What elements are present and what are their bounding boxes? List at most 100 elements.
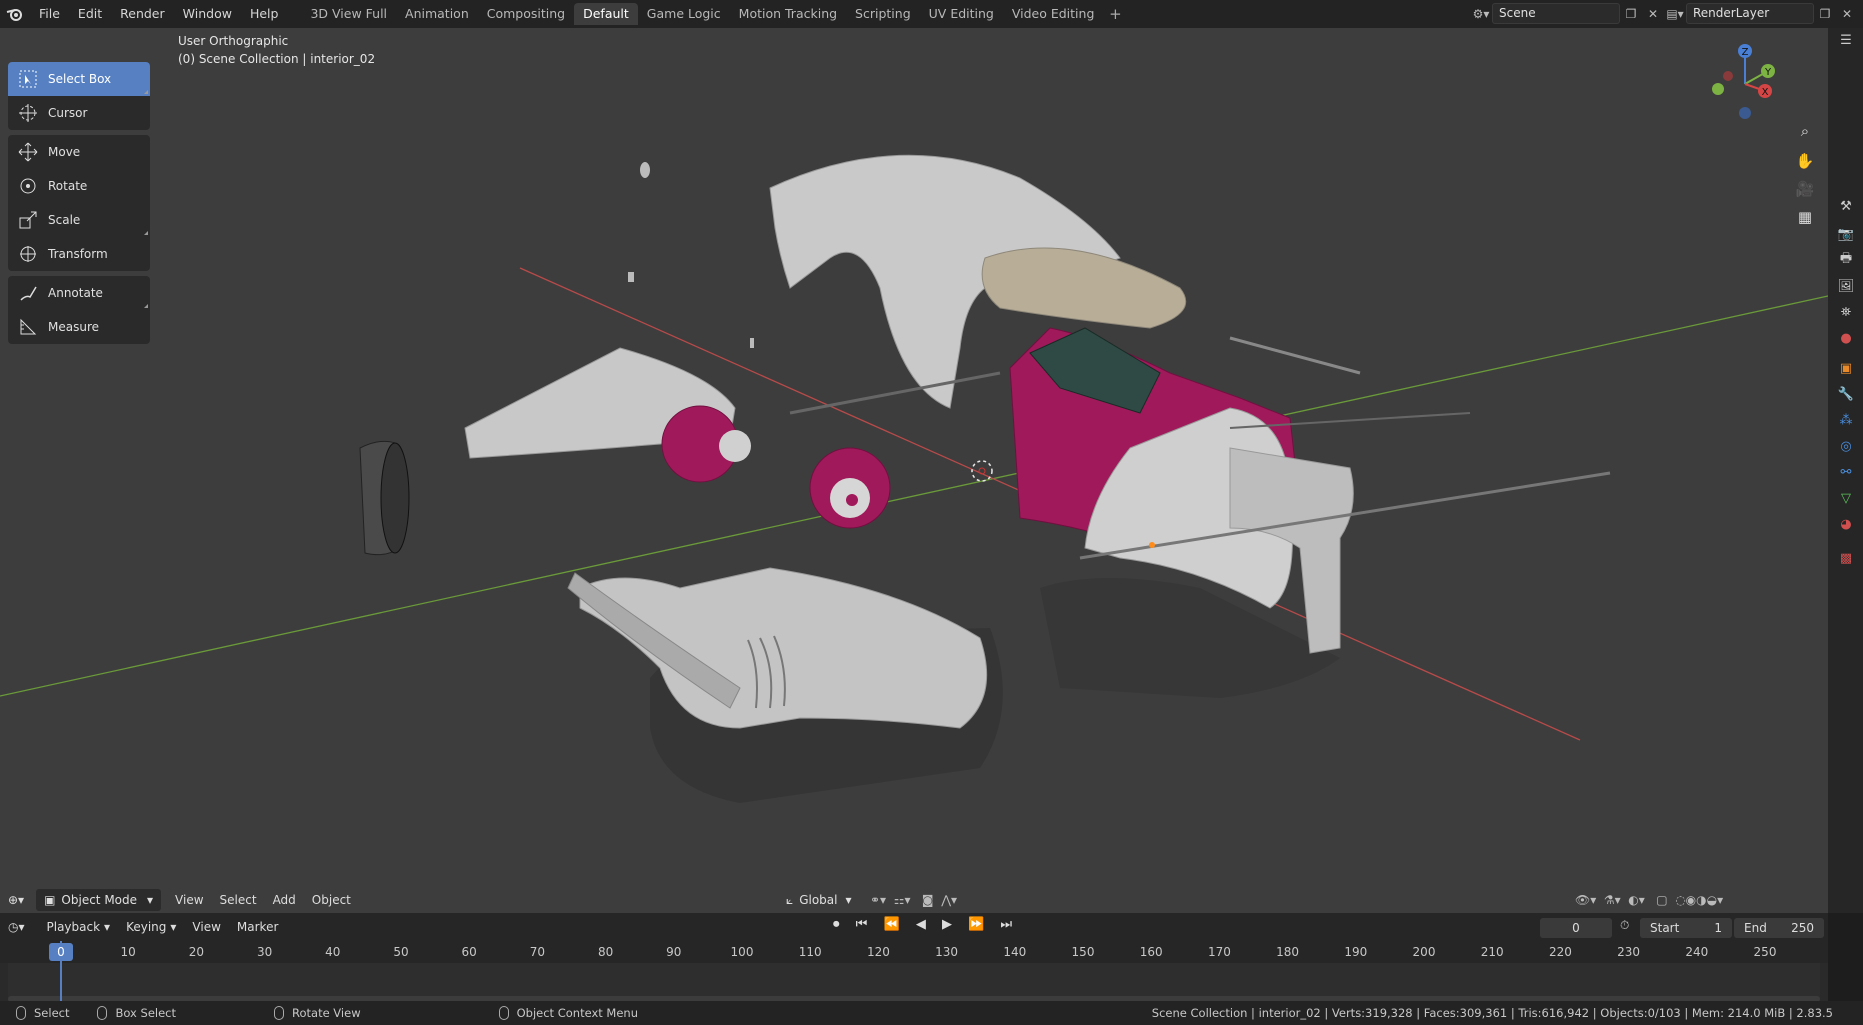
viewport-menu-object[interactable]: Object bbox=[304, 889, 359, 911]
tab-motion-tracking[interactable]: Motion Tracking bbox=[730, 3, 846, 25]
timeline-menu-playback[interactable]: Playback ▾ bbox=[39, 916, 119, 938]
ortho-grid-icon[interactable]: ▦ bbox=[1792, 204, 1818, 230]
particles-icon[interactable]: ⁂ bbox=[1836, 410, 1856, 430]
viewport-menu-add[interactable]: Add bbox=[265, 889, 304, 911]
scene-browse-icon[interactable]: ⚙▾ bbox=[1470, 3, 1492, 24]
menu-help[interactable]: Help bbox=[241, 3, 288, 25]
tab-uv-editing[interactable]: UV Editing bbox=[920, 3, 1003, 25]
rotate-icon bbox=[16, 174, 40, 198]
orientation-dropdown[interactable]: ⟀ Global ▾ bbox=[778, 889, 860, 911]
add-workspace-button[interactable]: + bbox=[1103, 3, 1127, 25]
next-keyframe-icon[interactable]: ⏩ bbox=[968, 917, 990, 932]
start-label: Start bbox=[1650, 921, 1680, 935]
navigation-gizmo[interactable]: Z Y X bbox=[1700, 36, 1790, 126]
current-frame-field[interactable]: 0 bbox=[1540, 918, 1612, 938]
prev-keyframe-icon[interactable]: ⏪ bbox=[883, 917, 905, 932]
scene-name-field[interactable]: Scene bbox=[1492, 3, 1620, 24]
mode-dropdown[interactable]: ▣ Object Mode ▾ bbox=[36, 888, 162, 911]
move-icon bbox=[16, 140, 40, 164]
end-value: 250 bbox=[1791, 921, 1814, 935]
tab-game-logic[interactable]: Game Logic bbox=[638, 3, 730, 25]
delete-scene-icon[interactable]: ✕ bbox=[1642, 3, 1664, 24]
mode-label: Object Mode bbox=[61, 892, 138, 907]
tool-label: Move bbox=[48, 145, 81, 159]
view-layer-icon[interactable]: 🖼 bbox=[1836, 276, 1856, 296]
tool-label: Rotate bbox=[48, 179, 88, 193]
menu-window[interactable]: Window bbox=[174, 3, 241, 25]
3d-viewport[interactable]: User Orthographic (0) Scene Collection |… bbox=[0, 28, 1828, 913]
jump-start-icon[interactable]: ⏮ bbox=[856, 917, 874, 932]
tool-scale[interactable]: Scale bbox=[8, 203, 150, 237]
physics-icon[interactable]: ◎ bbox=[1836, 436, 1856, 456]
tab-3d-view-full[interactable]: 3D View Full bbox=[301, 3, 396, 25]
menu-edit[interactable]: Edit bbox=[69, 3, 111, 25]
render-icon[interactable]: 📷 bbox=[1836, 224, 1856, 244]
orientation-icon: ⟀ bbox=[786, 892, 794, 907]
render-layer-field[interactable]: RenderLayer bbox=[1686, 3, 1814, 24]
stopwatch-icon[interactable]: ⏱ bbox=[1620, 918, 1629, 933]
viewport-shading-icons[interactable]: 👁▾ ⚗▾ ◐▾ ▢ ◌◉◑◒▾ bbox=[1575, 893, 1723, 907]
play-icon[interactable]: ▶ bbox=[942, 917, 958, 932]
tab-compositing[interactable]: Compositing bbox=[478, 3, 574, 25]
playback-controls[interactable]: ⏺ ⏮ ⏪ ◀ ▶ ⏩ ⏭ bbox=[833, 917, 1018, 932]
timeline-menu-keying[interactable]: Keying ▾ bbox=[118, 916, 184, 938]
select-box-icon bbox=[16, 67, 40, 91]
outliner-icon[interactable]: ☰ bbox=[1836, 30, 1856, 50]
timeline-editor-type-icon[interactable]: ◷▾ bbox=[0, 916, 33, 938]
chevron-down-icon: ▾ bbox=[104, 920, 111, 934]
viewport-menu-view[interactable]: View bbox=[167, 889, 211, 911]
frame-tick-label: 80 bbox=[597, 945, 614, 959]
menu-render[interactable]: Render bbox=[111, 3, 174, 25]
convertible-top bbox=[981, 247, 1187, 329]
start-frame-field[interactable]: Start 1 bbox=[1640, 918, 1732, 938]
tab-default[interactable]: Default bbox=[574, 3, 638, 25]
play-reverse-icon[interactable]: ◀ bbox=[916, 917, 932, 932]
tool-annotate[interactable]: Annotate bbox=[8, 276, 150, 310]
object-icon[interactable]: ▣ bbox=[1836, 358, 1856, 378]
gizmo-z-label: Z bbox=[1742, 47, 1749, 58]
frame-ruler[interactable]: 10 20 30 40 50 60 70 80 90 100 110 120 130 140 150 160 1… bbox=[0, 941, 1828, 1003]
constraints-icon[interactable]: ⚯ bbox=[1836, 462, 1856, 482]
world-icon[interactable]: ● bbox=[1836, 328, 1856, 348]
timeline-header: ◷▾ Playback ▾ Keying ▾ View Marker ⏺ ⏮ ⏪ ◀ ▶ … bbox=[0, 913, 1828, 941]
blender-logo-icon[interactable] bbox=[0, 0, 30, 28]
new-scene-icon[interactable]: ❐ bbox=[1620, 3, 1642, 24]
layer-browse-icon[interactable]: ▤▾ bbox=[1664, 3, 1686, 24]
playhead-frame[interactable]: 0 bbox=[49, 943, 73, 961]
pan-hand-icon[interactable]: ✋ bbox=[1792, 148, 1818, 174]
zoom-icon[interactable]: ⌕ bbox=[1792, 118, 1818, 144]
tool-label: Select Box bbox=[48, 72, 112, 86]
timeline-menu-view[interactable]: View bbox=[184, 916, 228, 938]
end-frame-field[interactable]: End 250 bbox=[1734, 918, 1824, 938]
pivot-snap-icons[interactable]: ⚭▾ ⚏▾ ◙ ⋀▾ bbox=[870, 893, 957, 907]
scene-icon[interactable]: ⛯ bbox=[1836, 302, 1856, 322]
tab-animation[interactable]: Animation bbox=[396, 3, 478, 25]
cursor-icon bbox=[16, 101, 40, 125]
new-layer-icon[interactable]: ❐ bbox=[1814, 3, 1836, 24]
delete-layer-icon[interactable]: ✕ bbox=[1836, 3, 1858, 24]
scene-selector: ⚙▾ Scene ❐ ✕ bbox=[1470, 3, 1664, 24]
tab-video-editing[interactable]: Video Editing bbox=[1003, 3, 1104, 25]
jump-end-icon[interactable]: ⏭ bbox=[1000, 917, 1018, 932]
menu-file[interactable]: File bbox=[30, 3, 69, 25]
tool-move[interactable]: Move bbox=[8, 135, 150, 169]
tab-scripting[interactable]: Scripting bbox=[846, 3, 920, 25]
output-icon[interactable]: 🖶 bbox=[1836, 250, 1856, 270]
viewport-header: ⊕▾ ▣ Object Mode ▾ View Select Add Object ⟀… bbox=[0, 886, 1828, 913]
texture-icon[interactable]: ▩ bbox=[1836, 548, 1856, 568]
timeline-menu-marker[interactable]: Marker bbox=[229, 916, 286, 938]
viewport-menu-select[interactable]: Select bbox=[212, 889, 265, 911]
tool-measure[interactable]: Measure bbox=[8, 310, 150, 344]
gizmo-x-label: X bbox=[1762, 87, 1769, 98]
tool-settings-icon[interactable]: ⚒ bbox=[1836, 196, 1856, 216]
tool-select-box[interactable]: Select Box bbox=[8, 62, 150, 96]
material-icon[interactable]: ◕ bbox=[1836, 514, 1856, 534]
editor-type-icon[interactable]: ⊕▾ bbox=[0, 889, 32, 911]
tool-transform[interactable]: Transform bbox=[8, 237, 150, 271]
tool-cursor[interactable]: Cursor bbox=[8, 96, 150, 130]
object-data-icon[interactable]: ▽ bbox=[1836, 488, 1856, 508]
record-icon[interactable]: ⏺ bbox=[833, 917, 846, 932]
tool-rotate[interactable]: Rotate bbox=[8, 169, 150, 203]
modifier-wrench-icon[interactable]: 🔧 bbox=[1836, 384, 1856, 404]
camera-view-icon[interactable]: 🎥 bbox=[1792, 176, 1818, 202]
